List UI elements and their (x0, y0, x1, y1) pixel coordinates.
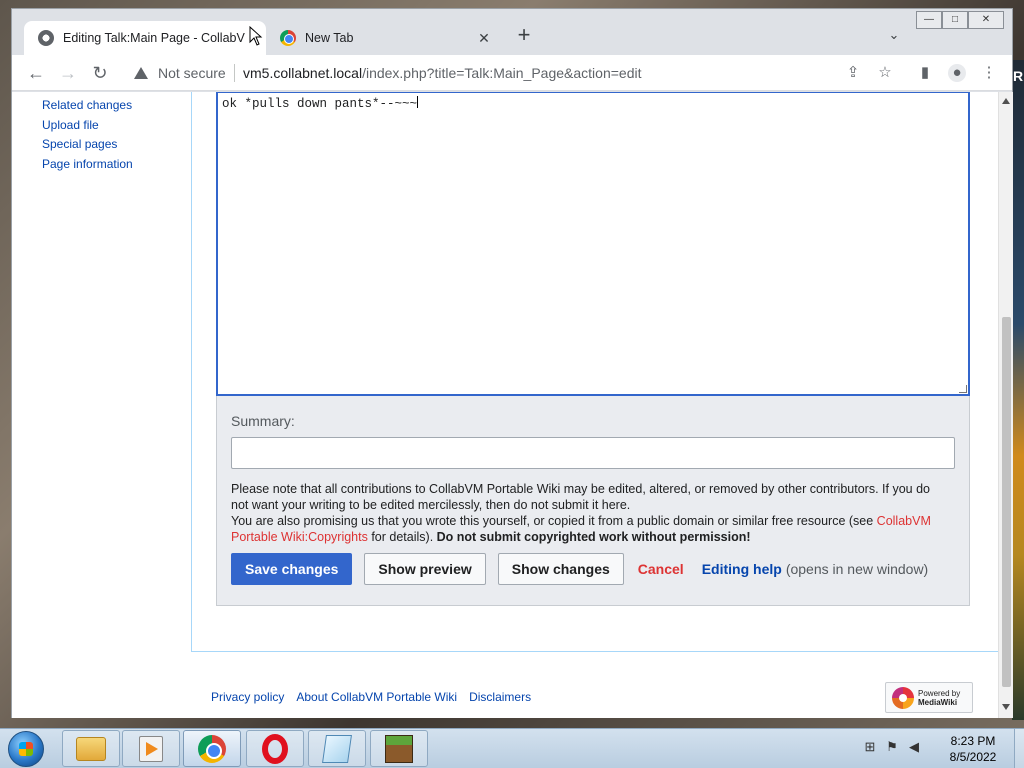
powered-by-line-2: MediaWiki (918, 697, 958, 707)
notice-line-2-text: You are also promising us that you wrote… (231, 514, 877, 528)
chrome-icon (280, 30, 296, 46)
menu-kebab-icon[interactable]: ⋮ (980, 64, 998, 82)
browser-window: Editing Talk:Main Page - CollabV New Tab… (11, 8, 1013, 718)
minecraft-icon (385, 734, 413, 763)
notice-warning: Do not submit copyrighted work without p… (436, 530, 751, 544)
clock-date: 8/5/2022 (949, 750, 997, 764)
volume-icon[interactable]: ◀ (906, 739, 922, 755)
taskbar-explorer[interactable] (62, 730, 120, 767)
warning-icon (134, 67, 148, 79)
content-bottom-border (191, 651, 998, 652)
url-host: vm5.collabnet.local (243, 65, 363, 81)
save-changes-button[interactable]: Save changes (231, 553, 353, 585)
page-viewport: Related changes Upload file Special page… (12, 92, 998, 718)
powered-by-mediawiki-badge[interactable]: Powered by MediaWiki (885, 682, 973, 713)
content-border (191, 92, 192, 652)
minimize-button[interactable]: — (916, 11, 942, 29)
forward-arrow-icon[interactable]: → (56, 61, 80, 85)
edit-textarea[interactable]: ok *pulls down pants*--~~~ (216, 92, 970, 396)
tab-title: Editing Talk:Main Page - CollabV (63, 31, 245, 45)
scrollbar-thumb[interactable] (1002, 317, 1011, 687)
url-path: /index.php?title=Talk:Main_Page&action=e… (362, 65, 642, 81)
close-tab-icon[interactable]: ✕ (476, 30, 492, 47)
opera-icon (262, 733, 288, 764)
summary-label: Summary: (231, 413, 295, 429)
network-icon[interactable]: ⊞ (862, 739, 878, 755)
tab-strip: Editing Talk:Main Page - CollabV New Tab… (12, 9, 1012, 55)
notice-line-2-suffix: for details). (367, 530, 437, 544)
sidebar-tools: Related changes Upload file Special page… (42, 96, 192, 174)
system-tray: ⊞ ⚑ ◀ (862, 739, 922, 755)
bookmark-star-icon[interactable]: ☆ (876, 64, 894, 82)
reload-icon[interactable]: ↻ (88, 61, 112, 85)
start-button[interactable] (8, 731, 44, 767)
show-desktop-button[interactable] (1014, 729, 1024, 768)
privacy-policy-link[interactable]: Privacy policy (211, 690, 284, 704)
windows-taskbar: ⊞ ⚑ ◀ 8:23 PM 8/5/2022 (0, 728, 1024, 768)
clock-time: 8:23 PM (950, 734, 996, 748)
text-caret (417, 96, 419, 108)
notice-line-2: You are also promising us that you wrote… (231, 513, 945, 545)
action-center-icon[interactable]: ⚑ (884, 739, 900, 755)
show-preview-button[interactable]: Show preview (364, 553, 486, 585)
folder-icon (76, 736, 106, 761)
back-arrow-icon[interactable]: ← (24, 61, 48, 85)
footer-links: Privacy policy About CollabVM Portable W… (211, 690, 543, 704)
chevron-down-icon[interactable]: ⌄ (884, 27, 904, 47)
tab-new-tab[interactable]: New Tab ✕ (266, 21, 502, 55)
desktop-wallpaper-edge: R (1012, 60, 1024, 720)
powered-by-line-1: Powered by (918, 688, 961, 698)
taskbar-minecraft[interactable] (370, 730, 428, 767)
about-link[interactable]: About CollabVM Portable Wiki (296, 690, 457, 704)
taskbar-media-player[interactable] (122, 730, 180, 767)
editor-text: ok *pulls down pants*--~~~ (222, 97, 418, 111)
omnibox-divider (234, 64, 235, 82)
sidebar-item-special-pages[interactable]: Special pages (42, 135, 192, 155)
media-player-icon (139, 735, 163, 762)
tab-editing-talk[interactable]: Editing Talk:Main Page - CollabV (24, 21, 266, 55)
security-label[interactable]: Not secure (158, 65, 226, 81)
wallpaper-letter: R (1013, 68, 1024, 84)
new-tab-button[interactable]: + (512, 24, 536, 48)
globe-icon (38, 30, 54, 46)
scroll-up-icon[interactable] (1002, 98, 1010, 104)
taskbar-chrome[interactable] (183, 730, 241, 767)
share-icon[interactable]: ⇪ (844, 64, 862, 82)
close-window-button[interactable]: ✕ (968, 11, 1004, 29)
tab-title: New Tab (305, 31, 354, 45)
scroll-down-icon[interactable] (1002, 704, 1010, 710)
chrome-icon (198, 734, 226, 763)
mediawiki-logo-icon (892, 686, 914, 709)
resize-handle[interactable] (959, 385, 967, 393)
address-bar[interactable]: Not secure vm5.collabnet.local /index.ph… (124, 59, 894, 87)
taskbar-notepad[interactable] (308, 730, 366, 767)
help-note: (opens in new window) (785, 561, 929, 577)
powered-by-text: Powered by MediaWiki (918, 689, 960, 707)
edit-buttons: Save changes Show preview Show changes C… (231, 553, 928, 585)
copyright-notice: Please note that all contributions to Co… (231, 481, 945, 545)
sidebar-item-related-changes[interactable]: Related changes (42, 96, 192, 116)
taskbar-clock[interactable]: 8:23 PM 8/5/2022 (938, 733, 1008, 765)
show-changes-button[interactable]: Show changes (497, 553, 624, 585)
page-scrollbar[interactable] (998, 92, 1013, 718)
sidebar-item-page-information[interactable]: Page information (42, 155, 192, 175)
sidebar-item-upload-file[interactable]: Upload file (42, 116, 192, 136)
disclaimers-link[interactable]: Disclaimers (469, 690, 531, 704)
cancel-link[interactable]: Cancel (638, 561, 684, 577)
browser-toolbar: ← → ↻ Not secure vm5.collabnet.local /in… (12, 55, 1012, 91)
notice-line-1: Please note that all contributions to Co… (231, 482, 930, 512)
maximize-button[interactable]: □ (942, 11, 968, 29)
edit-options: Summary: Please note that all contributi… (216, 396, 970, 606)
notepad-icon (322, 734, 352, 763)
taskbar-opera[interactable] (246, 730, 304, 767)
profile-avatar-icon[interactable]: ● (948, 64, 966, 82)
side-panel-icon[interactable]: ▮ (916, 64, 934, 82)
summary-input[interactable] (231, 437, 955, 469)
editing-help-link[interactable]: Editing help (702, 561, 782, 577)
